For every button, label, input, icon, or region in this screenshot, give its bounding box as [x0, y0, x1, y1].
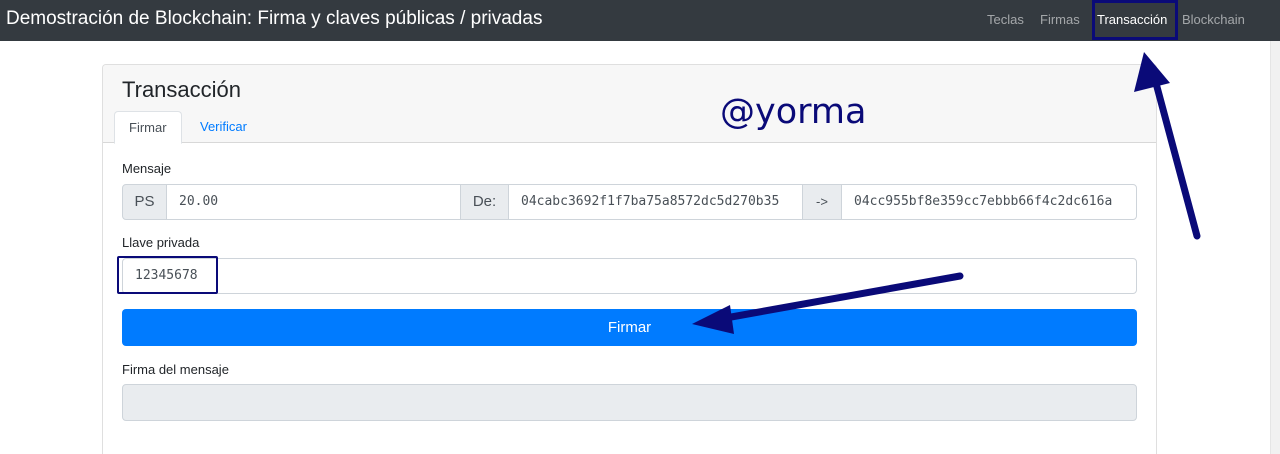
card-title: Transacción	[122, 77, 242, 102]
privkey-label: Llave privada	[122, 235, 200, 250]
arrow-to-nav	[1149, 68, 1201, 240]
tab-firmar[interactable]: Firmar	[114, 111, 182, 144]
signature-output[interactable]	[122, 384, 1137, 421]
arrow-addon: ->	[802, 184, 842, 220]
scrollbar[interactable]	[1270, 41, 1280, 454]
sign-button[interactable]: Firmar	[122, 309, 1137, 346]
amount-addon: PS	[122, 184, 167, 220]
navbar: Demostración de Blockchain: Firma y clav…	[0, 0, 1280, 41]
card-header: Transacción Firmar Verificar	[103, 65, 1156, 144]
message-label: Mensaje	[122, 161, 172, 176]
nav-link-blockchain[interactable]: Blockchain	[1182, 12, 1245, 27]
from-addon: De:	[460, 184, 509, 220]
nav-link-teclas[interactable]: Teclas	[987, 12, 1024, 27]
privkey-input[interactable]: 12345678	[122, 258, 1137, 294]
amount-input[interactable]: 20.00	[166, 184, 461, 220]
nav-link-firmas[interactable]: Firmas	[1040, 12, 1080, 27]
navbar-brand[interactable]: Demostración de Blockchain: Firma y clav…	[6, 8, 542, 30]
watermark-text: @yorma	[720, 92, 867, 132]
signature-label: Firma del mensaje	[122, 362, 229, 377]
tab-verificar[interactable]: Verificar	[186, 111, 261, 143]
annotation-highlight-box	[1092, 0, 1178, 40]
annotation-privkey-box	[117, 256, 218, 294]
to-input[interactable]: 04cc955bf8e359cc7ebbb66f4c2dc616a	[841, 184, 1137, 220]
from-input[interactable]: 04cabc3692f1f7ba75a8572dc5d270b35	[508, 184, 803, 220]
